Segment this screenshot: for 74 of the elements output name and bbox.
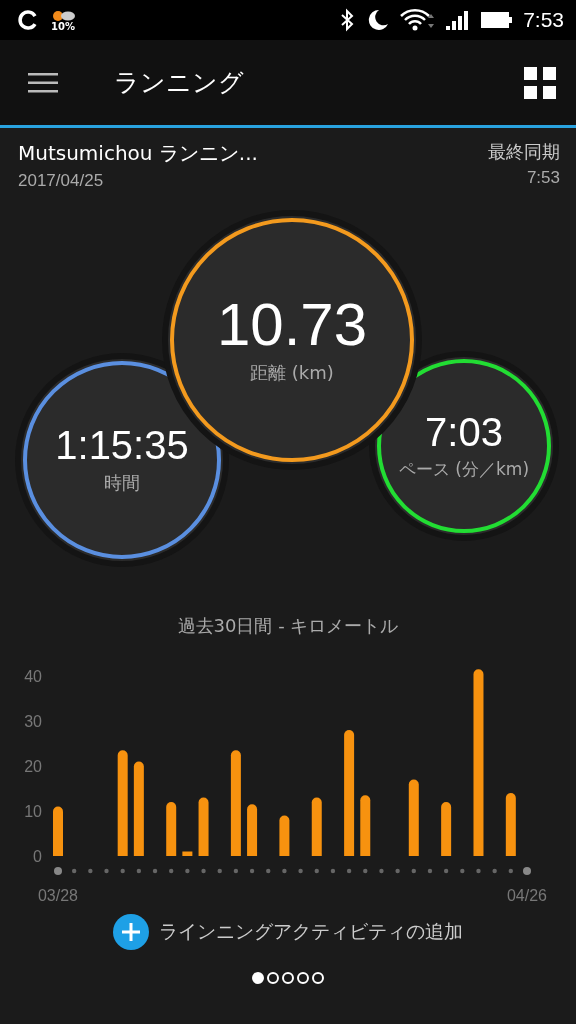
bar <box>198 797 209 856</box>
axis-label: 04/26 <box>507 887 547 904</box>
bar <box>441 802 452 856</box>
day-dot <box>217 868 222 874</box>
battery-icon <box>481 10 514 30</box>
bar <box>166 802 177 856</box>
bar <box>247 804 258 856</box>
menu-icon[interactable] <box>28 72 58 93</box>
metric-label: ペース (分／km) <box>398 457 530 481</box>
day-dot <box>120 868 125 874</box>
day-dot <box>411 868 416 874</box>
day-dot <box>104 868 109 874</box>
wifi-icon <box>399 8 436 32</box>
day-dot <box>492 868 497 874</box>
day-dot <box>395 868 400 874</box>
day-dot <box>88 868 93 874</box>
day-dot <box>169 868 174 874</box>
axis-label: 03/28 <box>38 887 78 904</box>
metric-value: 7:03 <box>425 411 503 452</box>
day-dot <box>508 868 514 874</box>
bar <box>360 795 371 856</box>
page-dot[interactable] <box>267 972 279 984</box>
plus-icon <box>113 914 149 950</box>
day-dot <box>201 868 206 874</box>
axis-label: 0 <box>33 848 42 865</box>
day-dot <box>282 868 287 874</box>
axis-label: 20 <box>24 758 42 775</box>
day-dot <box>379 868 384 874</box>
page-dot[interactable] <box>312 972 324 984</box>
day-dot <box>460 868 465 874</box>
day-dot <box>233 868 239 874</box>
metric-value: 1:15:35 <box>55 425 189 465</box>
day-dot <box>363 868 368 874</box>
axis-label: 10 <box>24 803 42 820</box>
day-dot <box>476 868 481 874</box>
bar <box>182 851 193 856</box>
add-activity-button[interactable]: ラインニングアクティビティの追加 <box>113 914 463 950</box>
bluetooth-icon <box>339 8 356 32</box>
weather-icon <box>50 8 76 22</box>
day-dot <box>152 868 158 874</box>
sync-label: 最終同期 <box>488 140 560 164</box>
metric-label: 距離 (km) <box>250 361 334 385</box>
bar <box>505 793 516 856</box>
activity-name: Mutsumichou ランニン... <box>18 140 258 167</box>
day-dot <box>54 867 62 875</box>
day-dot <box>427 868 433 874</box>
weather-text: 10% <box>51 22 75 32</box>
axis-label: 30 <box>24 713 42 730</box>
sync-time: 7:53 <box>526 168 560 188</box>
page-dot[interactable] <box>252 972 264 984</box>
activity-date: 2017/04/25 <box>18 171 104 191</box>
day-dot <box>185 868 190 874</box>
day-dot <box>346 868 352 874</box>
day-dot <box>266 868 271 874</box>
day-dot <box>330 868 336 874</box>
screen-title: ランニング <box>114 67 245 99</box>
metric-label: 時間 <box>104 471 140 495</box>
day-dot <box>298 868 303 874</box>
chart-title: 過去30日間 - キロメートル <box>177 614 399 638</box>
day-dot <box>136 868 142 874</box>
day-dot <box>314 868 319 874</box>
day-dot <box>523 867 531 875</box>
grid-icon[interactable] <box>524 66 556 99</box>
day-dot <box>71 868 77 874</box>
bar <box>279 815 290 856</box>
clock-time: 7:53 <box>523 8 564 32</box>
bar <box>53 806 63 856</box>
page-dot[interactable] <box>297 972 309 984</box>
day-dot <box>249 868 255 874</box>
bar <box>311 797 322 856</box>
page-dot[interactable] <box>282 972 294 984</box>
day-dot <box>443 868 449 874</box>
metric-value: 10.73 <box>216 295 368 355</box>
axis-label: 40 <box>24 668 42 685</box>
